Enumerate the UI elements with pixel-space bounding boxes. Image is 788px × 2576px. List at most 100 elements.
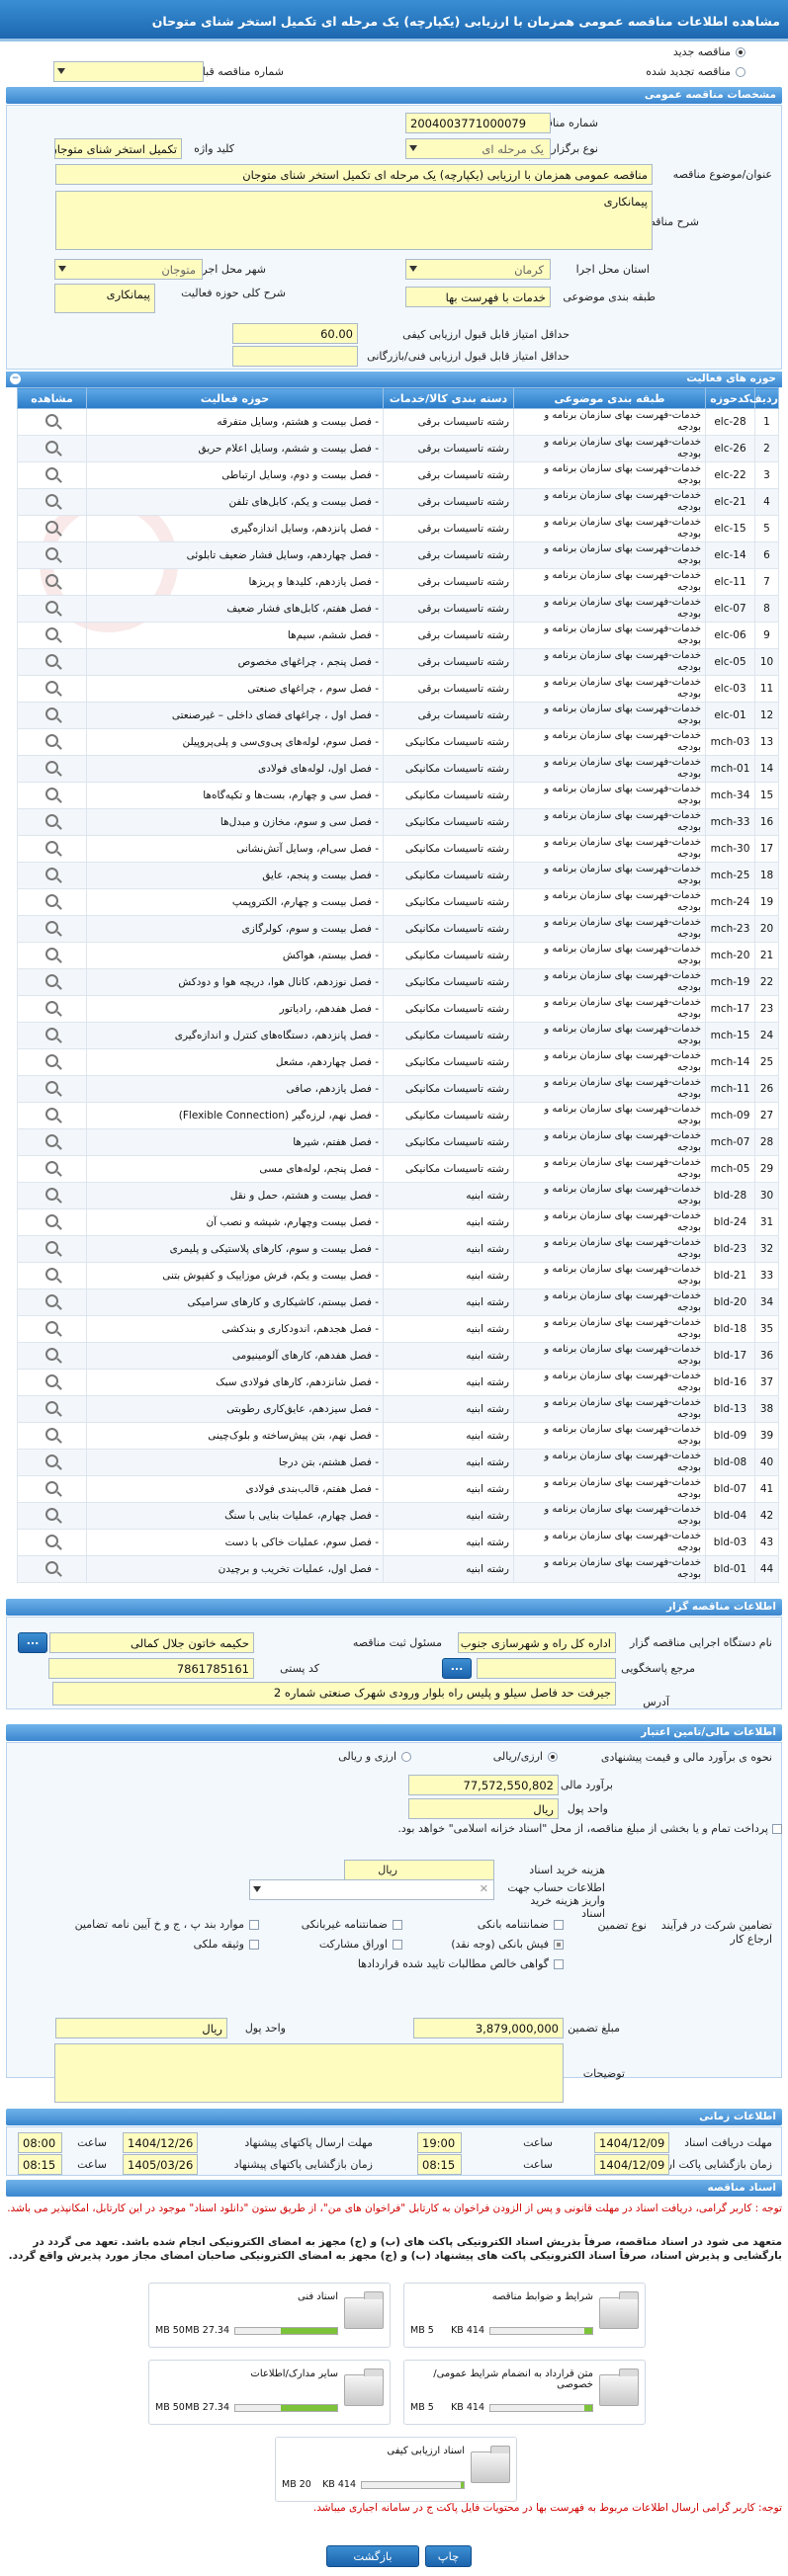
magnifier-icon[interactable] [45,814,58,827]
view-cell[interactable] [17,1022,87,1049]
magnifier-icon[interactable] [45,868,58,880]
description-field[interactable]: پیمانکاری [55,191,653,250]
view-cell[interactable] [17,1555,87,1583]
magnifier-icon[interactable] [45,467,58,480]
province-select[interactable]: کرمان [405,259,551,280]
view-cell[interactable] [17,1315,87,1343]
magnifier-icon[interactable] [45,521,58,534]
view-cell[interactable] [17,808,87,836]
account-select[interactable]: ✕ [249,1879,494,1900]
guarantee-amount-field[interactable]: 3,879,000,000 [413,2018,564,2038]
view-cell[interactable] [17,1128,87,1156]
view-cell[interactable] [17,1208,87,1236]
send-env-date[interactable]: 1404/12/26 [123,2132,198,2153]
bonds-checkbox[interactable] [393,1940,402,1950]
view-cell[interactable] [17,728,87,756]
magnifier-icon[interactable] [45,1561,58,1574]
clear-icon[interactable]: ✕ [480,1882,488,1895]
receive-doc-time[interactable]: 19:00 [417,2132,462,2153]
view-cell[interactable] [17,915,87,943]
magnifier-icon[interactable] [45,948,58,960]
magnifier-icon[interactable] [45,1535,58,1547]
document-card[interactable]: سایر مدارک/اطلاعات 27.34 MB 50 MB [148,2360,391,2425]
unit-field[interactable]: ریال [408,1798,559,1819]
magnifier-icon[interactable] [45,841,58,854]
view-cell[interactable] [17,1422,87,1450]
clause-guarantee-checkbox[interactable] [249,1920,259,1930]
magnifier-icon[interactable] [45,654,58,667]
collapse-icon[interactable]: − [10,374,21,384]
magnifier-icon[interactable] [45,681,58,694]
view-cell[interactable] [17,1048,87,1076]
view-cell[interactable] [17,1502,87,1530]
magnifier-icon[interactable] [45,1188,58,1201]
magnifier-icon[interactable] [45,547,58,560]
magnifier-icon[interactable] [45,1001,58,1014]
property-checkbox[interactable] [249,1940,259,1950]
magnifier-icon[interactable] [45,1401,58,1414]
back-button[interactable]: بازگشت [326,2545,419,2567]
bank-guarantee-checkbox[interactable] [554,1920,564,1930]
view-cell[interactable] [17,968,87,996]
hold-type-select[interactable]: یک مرحله ای [405,138,551,159]
magnifier-icon[interactable] [45,734,58,747]
magnifier-icon[interactable] [45,1454,58,1467]
cash-receipt-checkbox[interactable] [554,1940,564,1950]
magnifier-icon[interactable] [45,1241,58,1254]
magnifier-icon[interactable] [45,1294,58,1307]
magnifier-icon[interactable] [45,1428,58,1441]
magnifier-icon[interactable] [45,1374,58,1387]
postal-field[interactable]: 7861785161 [48,1658,254,1679]
view-cell[interactable] [17,1475,87,1503]
ref-field[interactable] [477,1658,616,1679]
notes-field[interactable] [54,2043,564,2103]
magnifier-icon[interactable] [45,1108,58,1121]
print-button[interactable]: چاپ [425,2545,472,2567]
view-cell[interactable] [17,541,87,569]
subject-field[interactable]: مناقصه عمومی همزمان با ارزیابی (یکپارچه)… [55,164,653,185]
view-cell[interactable] [17,461,87,489]
view-cell[interactable] [17,435,87,462]
magnifier-icon[interactable] [45,1134,58,1147]
nonbank-guarantee-checkbox[interactable] [393,1920,402,1930]
document-card[interactable]: اسناد فنی 27.34 MB 50 MB [148,2283,391,2348]
magnifier-icon[interactable] [45,627,58,640]
document-card[interactable]: اسناد ارزیابی کیفی 414 KB 20 MB [275,2437,517,2502]
min-quality-field[interactable]: 60.00 [232,323,358,344]
estimate-opt1-radio[interactable] [548,1752,558,1762]
open-quality-date[interactable]: 1404/12/09 [594,2154,669,2175]
magnifier-icon[interactable] [45,788,58,800]
view-cell[interactable] [17,862,87,889]
treasury-checkbox[interactable] [772,1824,782,1834]
magnifier-icon[interactable] [45,974,58,987]
view-cell[interactable] [17,1529,87,1556]
view-cell[interactable] [17,942,87,969]
magnifier-icon[interactable] [45,494,58,507]
view-cell[interactable] [17,1155,87,1183]
view-cell[interactable] [17,755,87,783]
magnifier-icon[interactable] [45,1028,58,1040]
view-cell[interactable] [17,648,87,676]
view-cell[interactable] [17,1102,87,1129]
magnifier-icon[interactable] [45,1321,58,1334]
new-tender-radio[interactable] [736,47,745,57]
view-cell[interactable] [17,622,87,649]
magnifier-icon[interactable] [45,1348,58,1361]
view-cell[interactable] [17,1262,87,1289]
view-cell[interactable] [17,835,87,863]
magnifier-icon[interactable] [45,1214,58,1227]
document-card[interactable]: شرایط و ضوابط مناقصه 414 KB 5 MB [403,2283,646,2348]
view-cell[interactable] [17,1342,87,1370]
view-cell[interactable] [17,1449,87,1476]
magnifier-icon[interactable] [45,1081,58,1094]
magnifier-icon[interactable] [45,707,58,720]
document-card[interactable]: متن قرارداد به انضمام شرایط عمومی/خصوصی 4… [403,2360,646,2425]
magnifier-icon[interactable] [45,414,58,427]
view-cell[interactable] [17,488,87,516]
view-cell[interactable] [17,1369,87,1396]
view-cell[interactable] [17,675,87,703]
min-tech-field[interactable] [232,346,358,367]
magnifier-icon[interactable] [45,1161,58,1174]
view-cell[interactable] [17,515,87,542]
address-field[interactable]: جیرفت حد فاصل سیلو و پلیس راه بلوار ورود… [52,1682,616,1705]
